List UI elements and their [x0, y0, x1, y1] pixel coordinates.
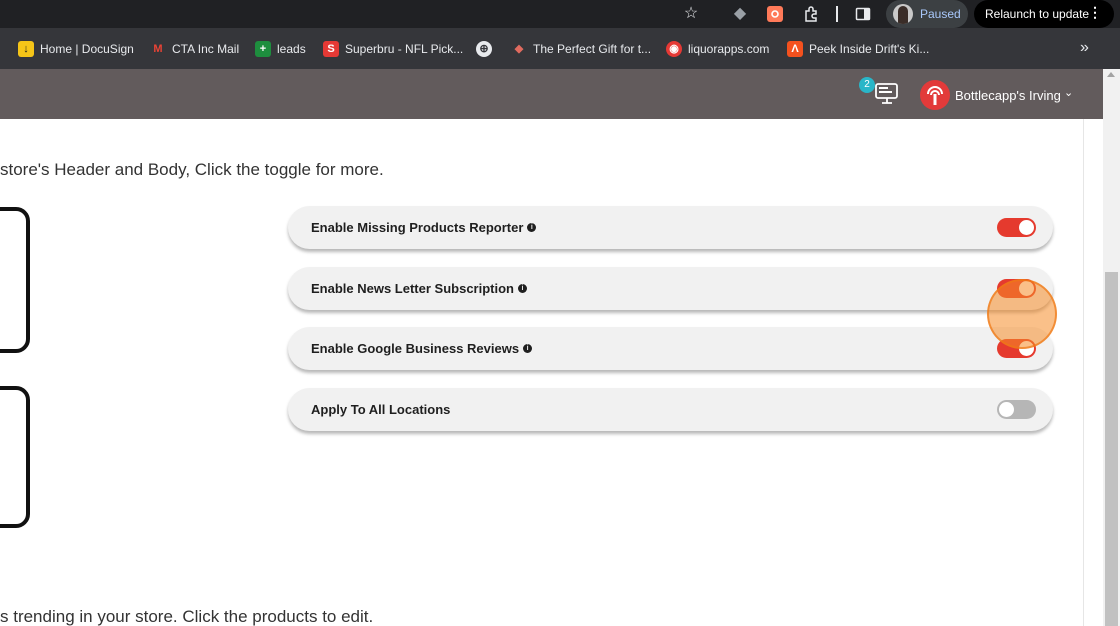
bookmark-label: Home | DocuSign [40, 42, 134, 56]
bookmark-superbru[interactable]: S Superbru - NFL Pick... [323, 41, 463, 57]
scrollbar-thumb[interactable] [1105, 272, 1118, 626]
bookmark-drift[interactable]: Λ Peek Inside Drift's Ki... [787, 41, 929, 57]
bookmark-label: liquorapps.com [688, 42, 770, 56]
menu-dots-icon: ⋮ [1088, 4, 1102, 20]
bookmark-label: The Perfect Gift for t... [533, 42, 652, 56]
click-indicator [987, 279, 1057, 349]
bookmark-liquorapps[interactable]: ◉ liquorapps.com [666, 41, 769, 57]
bookmark-perfect-gift[interactable]: ◆ The Perfect Gift for t... [511, 41, 651, 57]
side-panel-icon[interactable] [852, 3, 874, 25]
superbru-icon: S [323, 41, 339, 57]
toggle-label: Enable News Letter Subscription i [311, 281, 527, 296]
toggle-label: Enable Google Business Reviews i [311, 341, 533, 356]
scroll-up-arrow-icon[interactable] [1107, 72, 1115, 77]
bookmark-label: Peek Inside Drift's Ki... [809, 42, 930, 56]
app-header: 2 Bottlecapp's Irving ⌄ [0, 69, 1103, 119]
bookmark-label: Superbru - NFL Pick... [345, 42, 464, 56]
hubspot-icon[interactable] [764, 3, 786, 25]
toggle-card-newsletter: Enable News Letter Subscription i [288, 267, 1053, 310]
store-name[interactable]: Bottlecapp's Irving [955, 88, 1061, 103]
monitor-notification-icon [875, 83, 898, 104]
trending-description: s trending in your store. Click the prod… [0, 607, 374, 626]
notification-count-badge: 2 [859, 77, 875, 93]
toggle-label: Apply To All Locations [311, 402, 450, 417]
chevron-down-icon[interactable]: ⌄ [1064, 86, 1073, 99]
profile-avatar [893, 4, 913, 24]
toggle-label-text: Apply To All Locations [311, 402, 451, 417]
apply-all-locations-toggle[interactable] [997, 400, 1036, 419]
extensions-icon[interactable] [800, 3, 822, 25]
info-icon[interactable]: i [527, 223, 537, 232]
paused-label: Paused [920, 7, 961, 21]
bookmark-docusign[interactable]: ↓ Home | DocuSign [18, 41, 134, 57]
liquorapps-icon: ◉ [666, 41, 682, 57]
browser-top-bar: ☆ ◆ Paused Relaunch to update ⋮ [0, 0, 1120, 28]
toggle-card-apply-all: Apply To All Locations [288, 388, 1053, 431]
relaunch-label: Relaunch to update [985, 7, 1090, 21]
bookmark-cta-mail[interactable]: M CTA Inc Mail [150, 41, 239, 57]
sheets-icon: + [255, 41, 271, 57]
toggle-label-text: Enable News Letter Subscription [311, 281, 514, 296]
toggle-knob [1019, 220, 1034, 235]
toggle-card-missing-products: Enable Missing Products Reporter i [288, 206, 1053, 249]
drift-icon: Λ [787, 41, 803, 57]
profile-paused-button[interactable]: Paused [886, 0, 968, 28]
toggle-label-text: Enable Missing Products Reporter [311, 220, 524, 235]
bookmark-label: leads [277, 42, 306, 56]
relaunch-button[interactable]: Relaunch to update ⋮ [974, 0, 1114, 28]
star-icon[interactable]: ☆ [680, 3, 702, 25]
toolbar-divider [836, 6, 838, 22]
extension-puzzle-icon[interactable]: ◆ [729, 3, 751, 25]
more-bookmarks-icon[interactable]: » [1080, 39, 1089, 57]
toggle-card-google-reviews: Enable Google Business Reviews i [288, 327, 1053, 370]
notifications-button[interactable]: 2 [859, 77, 903, 109]
docusign-icon: ↓ [18, 41, 34, 57]
settings-description: store's Header and Body, Click the toggl… [0, 160, 384, 179]
toggle-label-text: Enable Google Business Reviews [311, 341, 520, 356]
gift-icon: ◆ [514, 43, 524, 55]
globe-icon: ⊕ [476, 41, 492, 57]
gmail-icon: M [153, 43, 163, 55]
preview-frame-top [0, 207, 30, 353]
content-border [1083, 119, 1084, 626]
toggle-knob [999, 402, 1014, 417]
preview-frame-bottom [0, 386, 30, 528]
store-logo[interactable] [920, 80, 950, 110]
missing-products-toggle[interactable] [997, 218, 1036, 237]
info-icon[interactable]: i [518, 284, 527, 293]
toggle-label: Enable Missing Products Reporter i [311, 220, 537, 235]
bookmark-leads[interactable]: + leads [255, 41, 306, 57]
bookmark-globe[interactable]: ⊕ [476, 41, 492, 57]
bookmarks-bar: ↓ Home | DocuSign M CTA Inc Mail + leads… [0, 28, 1120, 69]
info-icon[interactable]: i [523, 344, 533, 353]
bookmark-label: CTA Inc Mail [172, 42, 240, 56]
